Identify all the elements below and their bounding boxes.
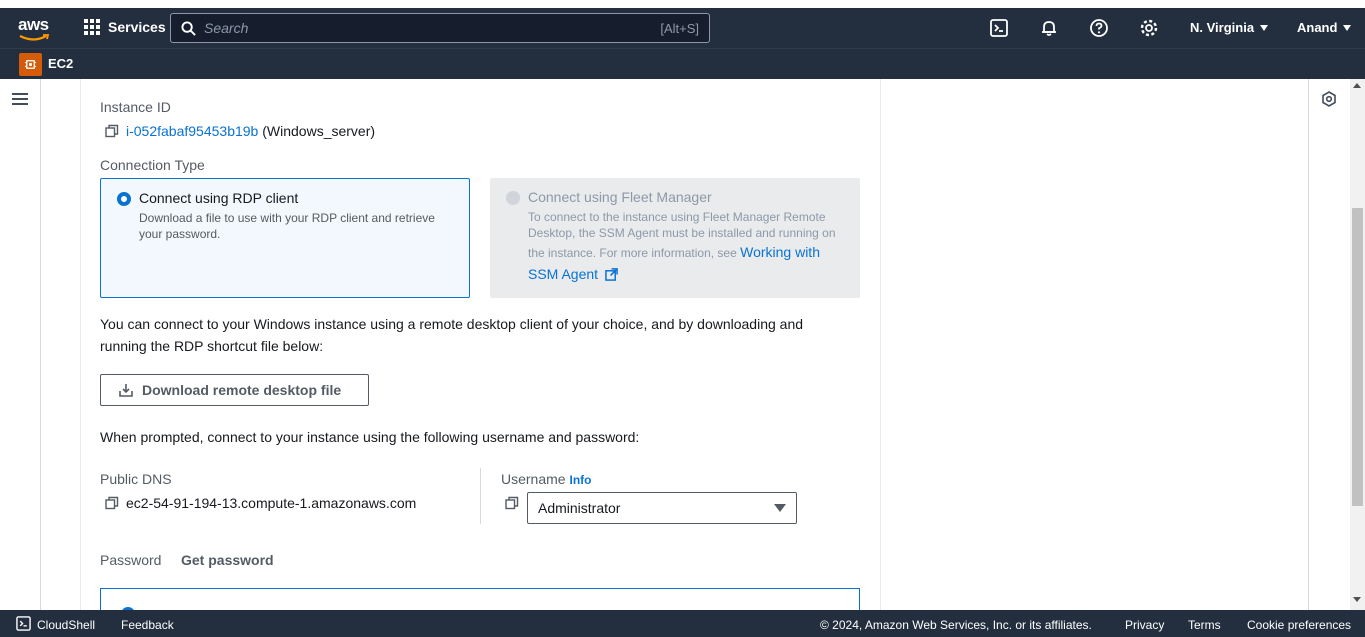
scrollbar-thumb[interactable] [1352, 208, 1363, 506]
footer-copyright: © 2024, Amazon Web Services, Inc. or its… [820, 618, 1092, 632]
get-password-button[interactable]: Get password [181, 552, 274, 568]
caret-down-icon [774, 504, 786, 512]
public-dns-value: ec2-54-91-194-13.compute-1.amazonaws.com [126, 495, 417, 511]
username-value: Administrator [538, 500, 621, 516]
help-icon[interactable] [1089, 18, 1109, 38]
fleet-manager-radio [506, 191, 520, 205]
credentials-instructions: When prompted, connect to your instance … [100, 429, 640, 445]
search-icon [181, 20, 196, 36]
rdp-radio[interactable] [117, 192, 131, 206]
fleet-option-desc: To connect to the instance using Fleet M… [528, 209, 838, 285]
column-divider [480, 468, 481, 524]
grid-icon [84, 19, 100, 35]
page-scrollbar[interactable] [1350, 79, 1365, 610]
instance-id-link[interactable]: i-052fabaf95453b19b [126, 123, 258, 139]
download-rdp-file-button[interactable]: Download remote desktop file [100, 374, 369, 406]
username-label: Username [501, 471, 566, 487]
rdp-option-desc: Download a file to use with your RDP cli… [139, 211, 435, 241]
rdp-option-title: Connect using RDP client [139, 190, 299, 206]
user-label: Anand [1297, 20, 1338, 35]
chevron-down-icon [1260, 24, 1269, 31]
search-input[interactable] [204, 20, 661, 36]
instance-name: (Windows_server) [262, 123, 376, 139]
aws-logo-text: aws [18, 15, 49, 34]
copy-icon[interactable] [105, 124, 119, 143]
copy-icon[interactable] [105, 496, 119, 515]
aws-smile-icon [19, 34, 50, 41]
scroll-up-arrow-icon[interactable] [1353, 83, 1361, 88]
cloudshell-footer-icon[interactable] [16, 616, 31, 634]
top-nav: aws Services [Alt+S] N. Virginia Anand [0, 8, 1365, 48]
services-menu-button[interactable]: Services [84, 19, 166, 35]
footer-cookie-preferences-link[interactable]: Cookie preferences [1247, 618, 1351, 632]
instance-id-label: Instance ID [100, 99, 171, 115]
top-strip [0, 0, 1365, 8]
chevron-down-icon [1343, 24, 1352, 31]
cloudshell-icon[interactable] [989, 18, 1009, 38]
rdp-instructions: You can connect to your Windows instance… [100, 316, 804, 354]
tools-panel-icon[interactable] [1321, 91, 1337, 112]
footer-feedback-link[interactable]: Feedback [121, 618, 174, 632]
footer-cloudshell-link[interactable]: CloudShell [37, 618, 95, 632]
search-shortcut: [Alt+S] [660, 20, 699, 36]
scroll-down-arrow-icon[interactable] [1353, 597, 1361, 602]
aws-logo[interactable]: aws [18, 16, 52, 42]
search-bar[interactable]: [Alt+S] [170, 13, 710, 43]
username-info-link[interactable]: Info [569, 473, 591, 487]
footer-terms-link[interactable]: Terms [1188, 618, 1221, 632]
public-dns-label: Public DNS [100, 471, 172, 487]
fleet-manager-option-card: Connect using Fleet Manager To connect t… [490, 178, 860, 298]
right-rail [1308, 79, 1350, 610]
username-label-row: Username Info [501, 471, 591, 487]
bell-icon[interactable] [1039, 18, 1059, 38]
gear-icon[interactable] [1139, 18, 1159, 38]
region-selector[interactable]: N. Virginia [1190, 20, 1269, 35]
region-label: N. Virginia [1190, 20, 1255, 35]
ec2-service-icon[interactable] [19, 53, 42, 76]
download-button-label: Download remote desktop file [142, 382, 342, 398]
fleet-option-title: Connect using Fleet Manager [528, 189, 712, 205]
username-select[interactable]: Administrator [527, 492, 797, 524]
service-bar: EC2 [0, 48, 1365, 79]
download-icon [119, 384, 133, 397]
instance-id-value: i-052fabaf95453b19b (Windows_server) [126, 123, 375, 139]
copy-icon[interactable] [505, 496, 519, 515]
service-name[interactable]: EC2 [48, 56, 73, 71]
services-label: Services [108, 19, 166, 35]
footer-privacy-link[interactable]: Privacy [1125, 618, 1164, 632]
user-menu[interactable]: Anand [1297, 20, 1352, 35]
connection-type-label: Connection Type [100, 157, 205, 173]
external-link-icon [605, 268, 618, 281]
password-label: Password [100, 552, 162, 568]
rdp-option-card[interactable]: Connect using RDP client Download a file… [100, 178, 470, 298]
footer: CloudShell Feedback © 2024, Amazon Web S… [0, 610, 1365, 637]
left-rail [0, 79, 41, 610]
hamburger-menu-icon[interactable] [11, 92, 29, 111]
